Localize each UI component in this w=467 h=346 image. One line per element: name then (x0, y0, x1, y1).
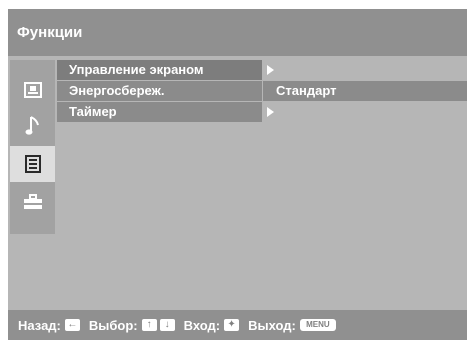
chevron-right-icon (267, 65, 274, 75)
menu-item-label: Управление экраном (57, 60, 262, 80)
menu-item-screen-control[interactable]: Управление экраном (57, 60, 467, 80)
menu-item-timer[interactable]: Таймер (57, 102, 467, 122)
chevron-right-icon (267, 107, 274, 117)
features-list-icon[interactable] (10, 146, 55, 182)
menu-item-label: Энергосбереж. (57, 81, 262, 101)
down-arrow-key-icon: ↓ (159, 319, 175, 331)
toolbox-icon[interactable] (10, 184, 55, 220)
enter-key-icon: ✦ (224, 319, 240, 331)
up-arrow-key-icon: ↑ (141, 319, 157, 331)
enter-label: Вход: (183, 317, 221, 333)
key-guide: Назад: ← Выбор: ↑ ↓ Вход: ✦ Выход: MENU (8, 310, 467, 340)
back-label: Назад: (18, 317, 61, 333)
menu-panel: Функции Управление экраном Энергосбереж.… (8, 9, 467, 340)
menu-item-label: Таймер (57, 102, 262, 122)
menu-header: Функции (8, 9, 467, 56)
settings-menu: Управление экраном Энергосбереж. Стандар… (57, 60, 467, 123)
music-note-icon[interactable] (10, 108, 55, 144)
category-sidebar (10, 60, 55, 234)
menu-title: Функции (17, 24, 83, 41)
menu-key-icon: MENU (299, 319, 336, 331)
menu-item-value: Стандарт (263, 81, 467, 101)
left-arrow-key-icon: ← (64, 319, 80, 331)
select-label: Выбор: (88, 317, 138, 333)
exit-label: Выход: (248, 317, 296, 333)
picture-icon[interactable] (10, 72, 55, 108)
menu-item-power-saving[interactable]: Энергосбереж. Стандарт (57, 81, 467, 101)
